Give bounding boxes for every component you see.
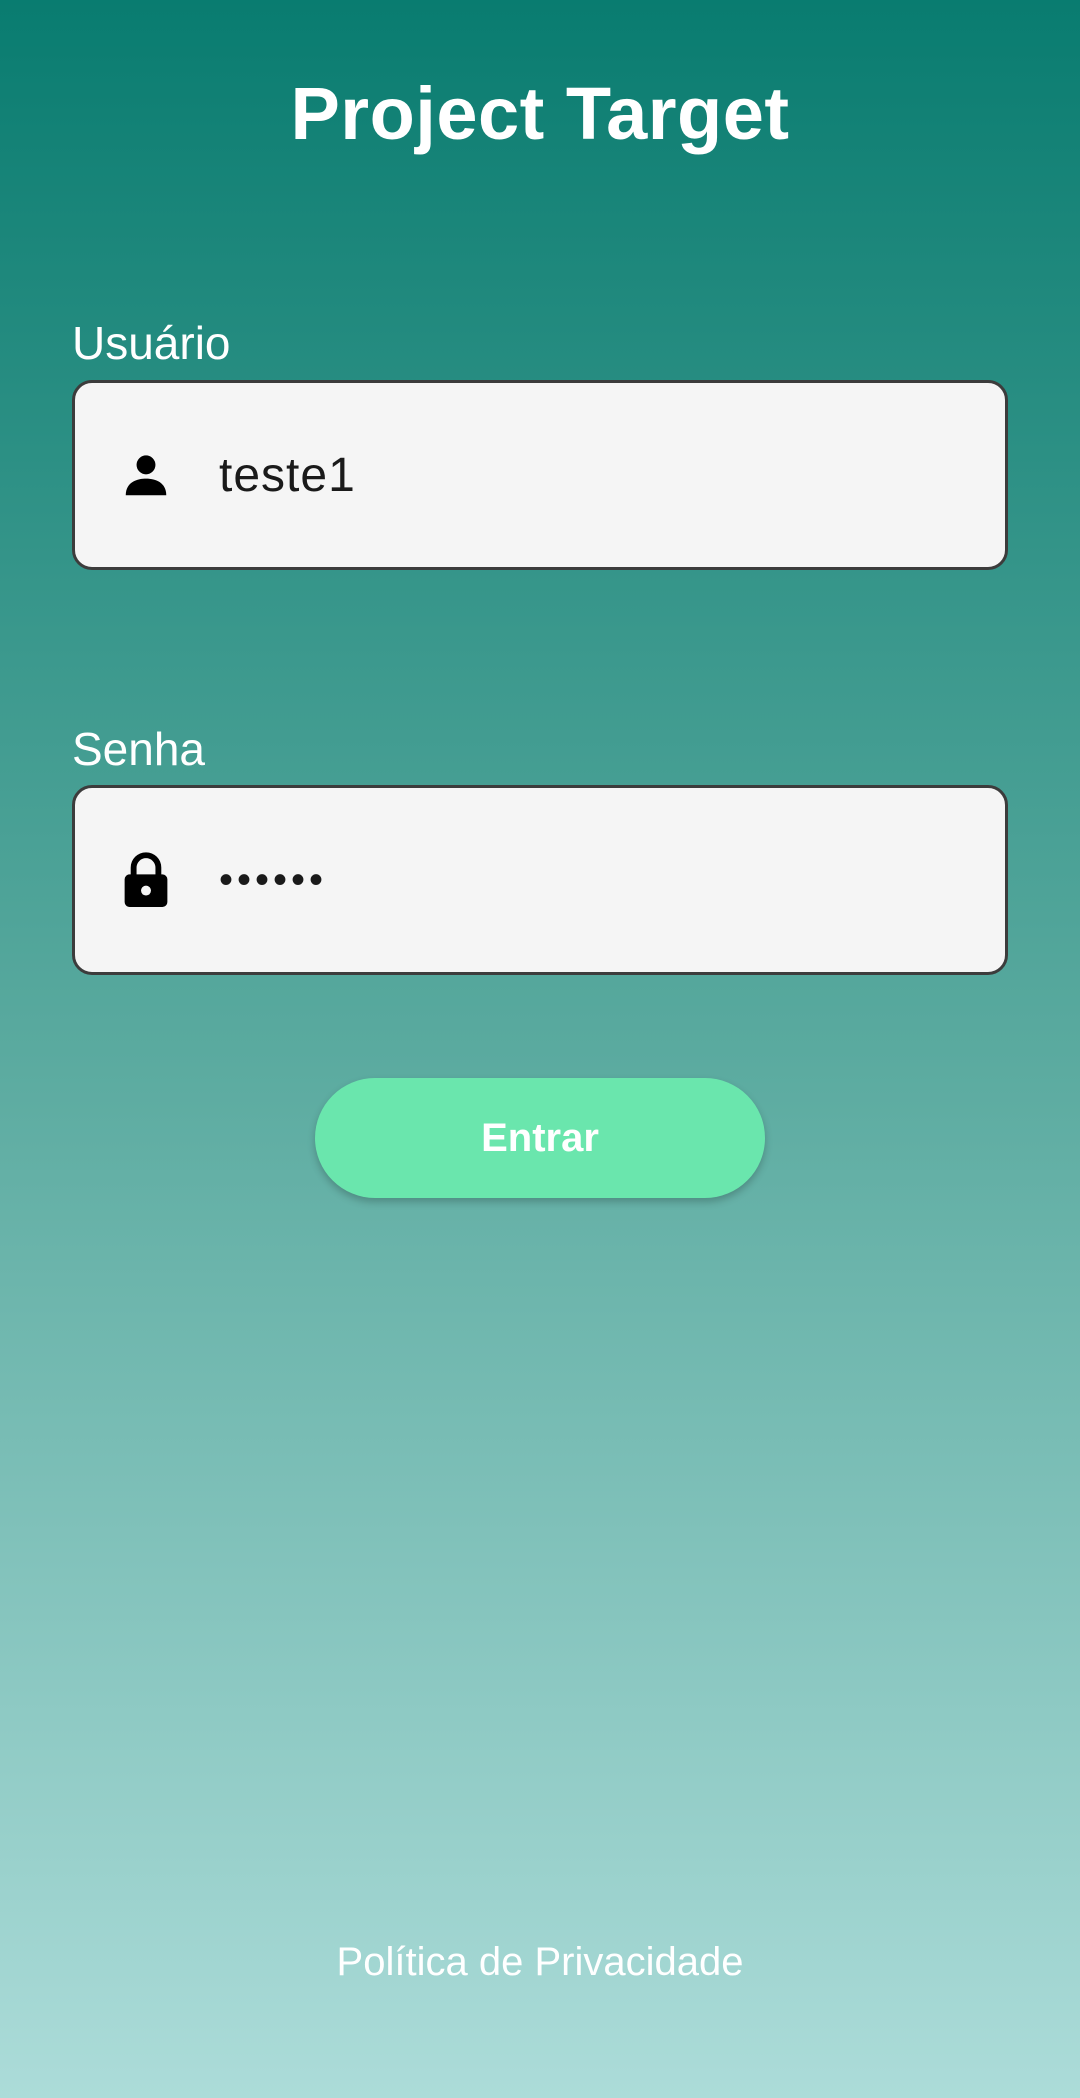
login-button[interactable]: Entrar	[315, 1078, 765, 1198]
username-field[interactable]	[72, 380, 1008, 570]
password-label: Senha	[72, 723, 206, 775]
username-label: Usuário	[72, 317, 231, 369]
person-icon	[125, 455, 167, 496]
password-input[interactable]	[219, 788, 975, 972]
lock-icon	[124, 852, 168, 907]
privacy-policy-link[interactable]: Política de Privacidade	[0, 1938, 1080, 1986]
username-input[interactable]	[219, 383, 975, 567]
app-title: Project Target	[290, 72, 790, 155]
password-field[interactable]	[72, 785, 1008, 975]
